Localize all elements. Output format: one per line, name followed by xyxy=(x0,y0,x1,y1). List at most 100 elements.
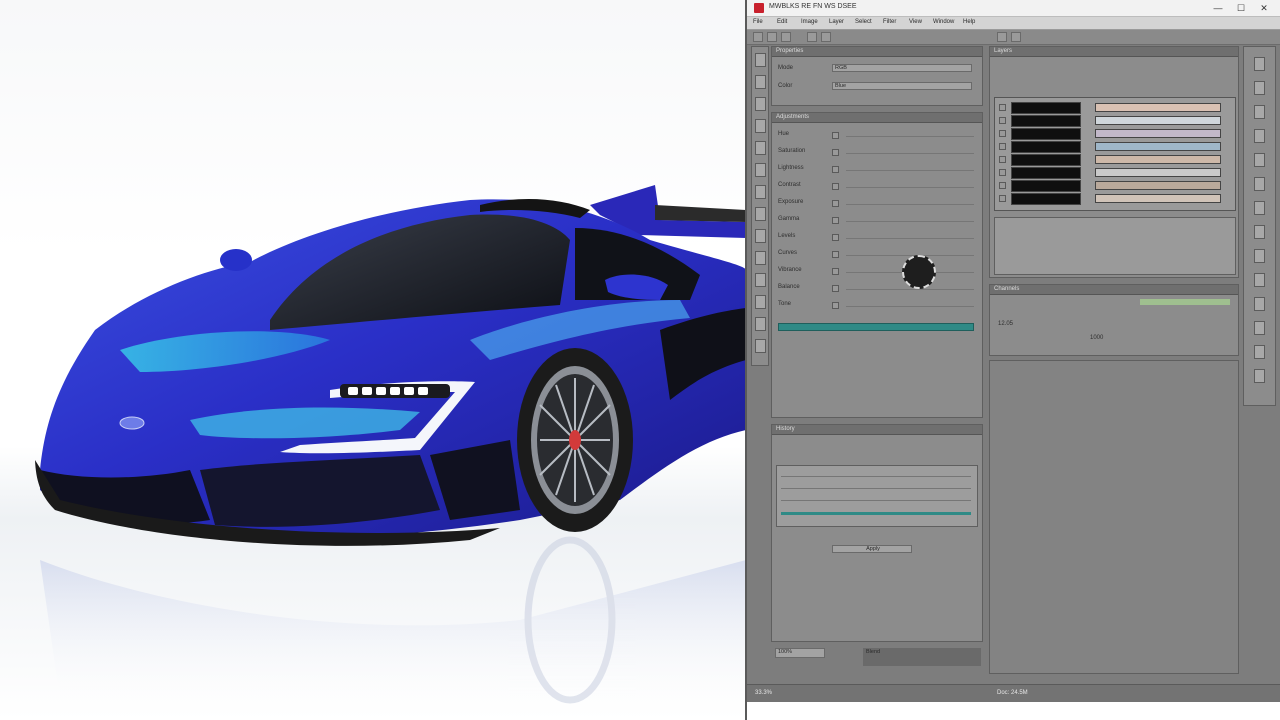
tool-icon[interactable] xyxy=(1254,201,1265,215)
opacity-field[interactable]: 100% xyxy=(775,648,825,658)
layer-row[interactable] xyxy=(1095,116,1221,125)
tool-icon[interactable] xyxy=(1254,129,1265,143)
layer-thumbnail[interactable] xyxy=(1011,102,1081,114)
adjustment-slider[interactable] xyxy=(846,238,974,239)
title-bar: MWBLKS RE FN WS DSEE — ☐ ✕ xyxy=(747,0,1280,17)
history-active-row[interactable] xyxy=(781,512,971,515)
layer-thumbnail[interactable] xyxy=(1011,141,1081,153)
tool-icon[interactable] xyxy=(755,75,766,89)
adjustment-checkbox[interactable] xyxy=(832,149,839,156)
layer-visibility-icon[interactable] xyxy=(999,156,1006,163)
layer-row[interactable] xyxy=(1095,168,1221,177)
menu-layer[interactable]: Layer xyxy=(829,19,844,25)
tool-icon[interactable] xyxy=(1254,57,1265,71)
tool-icon[interactable] xyxy=(781,32,791,42)
layer-thumbnail[interactable] xyxy=(1011,128,1081,140)
tool-icon[interactable] xyxy=(1254,177,1265,191)
tool-icon[interactable] xyxy=(753,32,763,42)
layer-row[interactable] xyxy=(1095,194,1221,203)
adjustment-slider[interactable] xyxy=(846,255,974,256)
tool-icon[interactable] xyxy=(755,163,766,177)
color-field[interactable]: Blue xyxy=(832,82,972,90)
adjustment-slider[interactable] xyxy=(846,170,974,171)
menu-window[interactable]: Window xyxy=(933,19,954,25)
layer-row[interactable] xyxy=(1095,142,1221,151)
tool-icon[interactable] xyxy=(755,339,766,353)
adjustment-checkbox[interactable] xyxy=(832,302,839,309)
adjustment-slider[interactable] xyxy=(846,289,974,290)
layer-thumbnail[interactable] xyxy=(1011,180,1081,192)
adjustment-checkbox[interactable] xyxy=(832,251,839,258)
adjustment-slider[interactable] xyxy=(846,306,974,307)
tool-icon[interactable] xyxy=(1254,81,1265,95)
tool-icon[interactable] xyxy=(997,32,1007,42)
maximize-button[interactable]: ☐ xyxy=(1230,1,1252,15)
adjustment-checkbox[interactable] xyxy=(832,132,839,139)
tool-icon[interactable] xyxy=(821,32,831,42)
layer-visibility-icon[interactable] xyxy=(999,117,1006,124)
tool-icon[interactable] xyxy=(755,119,766,133)
adjustment-slider[interactable] xyxy=(846,153,974,154)
layer-visibility-icon[interactable] xyxy=(999,169,1006,176)
tool-icon[interactable] xyxy=(755,317,766,331)
tool-icon[interactable] xyxy=(755,295,766,309)
tool-icon[interactable] xyxy=(755,251,766,265)
tool-icon[interactable] xyxy=(1254,249,1265,263)
adjustment-checkbox[interactable] xyxy=(832,268,839,275)
minimize-button[interactable]: — xyxy=(1207,1,1229,15)
layer-row[interactable] xyxy=(1095,181,1221,190)
tool-icon[interactable] xyxy=(807,32,817,42)
tool-icon[interactable] xyxy=(755,185,766,199)
apply-button[interactable]: Apply xyxy=(832,545,912,553)
tool-icon[interactable] xyxy=(755,53,766,67)
layer-thumbnail[interactable] xyxy=(1011,167,1081,179)
adjustment-checkbox[interactable] xyxy=(832,217,839,224)
menu-help[interactable]: Help xyxy=(963,19,975,25)
close-button[interactable]: ✕ xyxy=(1253,1,1275,15)
layer-visibility-icon[interactable] xyxy=(999,182,1006,189)
menu-image[interactable]: Image xyxy=(801,19,818,25)
tool-icon[interactable] xyxy=(1011,32,1021,42)
tool-icon[interactable] xyxy=(755,229,766,243)
adjustment-checkbox[interactable] xyxy=(832,234,839,241)
adjustment-checkbox[interactable] xyxy=(832,285,839,292)
adjustment-slider[interactable] xyxy=(846,136,974,137)
layer-row[interactable] xyxy=(1095,155,1221,164)
tool-icon[interactable] xyxy=(755,273,766,287)
mode-field[interactable]: RGB xyxy=(832,64,972,72)
layer-row[interactable] xyxy=(1095,129,1221,138)
tool-icon[interactable] xyxy=(1254,369,1265,383)
tool-icon[interactable] xyxy=(1254,345,1265,359)
layer-row[interactable] xyxy=(1095,103,1221,112)
adjustment-slider[interactable] xyxy=(846,204,974,205)
layer-visibility-icon[interactable] xyxy=(999,143,1006,150)
layer-thumbnail[interactable] xyxy=(1011,154,1081,166)
tool-icon[interactable] xyxy=(1254,105,1265,119)
menu-edit[interactable]: Edit xyxy=(777,19,787,25)
accent-slider-bar[interactable] xyxy=(778,323,974,331)
layer-visibility-icon[interactable] xyxy=(999,104,1006,111)
tool-icon[interactable] xyxy=(755,141,766,155)
tool-icon[interactable] xyxy=(1254,225,1265,239)
tool-icon[interactable] xyxy=(755,207,766,221)
layer-visibility-icon[interactable] xyxy=(999,130,1006,137)
layer-thumbnail[interactable] xyxy=(1011,193,1081,205)
tool-icon[interactable] xyxy=(1254,153,1265,167)
adjustment-checkbox[interactable] xyxy=(832,183,839,190)
adjustment-checkbox[interactable] xyxy=(832,166,839,173)
layer-visibility-icon[interactable] xyxy=(999,195,1006,202)
tool-icon[interactable] xyxy=(1254,321,1265,335)
tool-icon[interactable] xyxy=(1254,297,1265,311)
menu-select[interactable]: Select xyxy=(855,19,872,25)
layer-thumbnail[interactable] xyxy=(1011,115,1081,127)
tool-icon[interactable] xyxy=(767,32,777,42)
blend-field[interactable]: Blend xyxy=(863,648,981,666)
menu-view[interactable]: View xyxy=(909,19,922,25)
tool-icon[interactable] xyxy=(755,97,766,111)
adjustment-slider[interactable] xyxy=(846,187,974,188)
adjustment-checkbox[interactable] xyxy=(832,200,839,207)
adjustment-slider[interactable] xyxy=(846,221,974,222)
menu-filter[interactable]: Filter xyxy=(883,19,896,25)
menu-file[interactable]: File xyxy=(753,19,763,25)
tool-icon[interactable] xyxy=(1254,273,1265,287)
